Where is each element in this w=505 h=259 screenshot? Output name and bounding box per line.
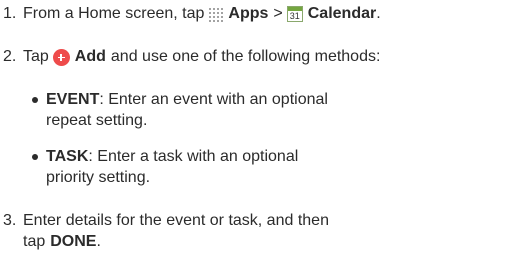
bullet-dot	[32, 97, 38, 103]
step-3-cont: tap DONE.	[23, 232, 101, 252]
add-label: Add	[74, 48, 106, 65]
method-term: TASK	[46, 148, 89, 165]
bullet-dot	[32, 154, 38, 160]
step-text: Tap	[23, 48, 49, 65]
done-label: DONE	[50, 233, 97, 250]
calendar-icon-day: 31	[289, 11, 300, 21]
step-2: 2. Tap Add and use one of the following …	[3, 47, 380, 67]
step-text: tap	[23, 233, 46, 250]
calendar-label: Calendar	[307, 5, 377, 22]
calendar-icon: 31	[286, 6, 303, 22]
apps-grid-icon	[208, 6, 225, 22]
step-text: From a Home screen, tap	[23, 5, 205, 22]
method-task: TASK: Enter a task with an optional	[46, 147, 298, 167]
step-number: 1.	[3, 5, 17, 22]
step-3: 3. Enter details for the event or task, …	[3, 211, 329, 231]
step-text: and use one of the following methods:	[110, 48, 381, 65]
method-task-cont: priority setting.	[46, 168, 150, 188]
step-text: Enter details for the event or task, and…	[23, 212, 329, 229]
step-end: .	[96, 233, 101, 250]
step-number: 2.	[3, 48, 17, 65]
step-end: .	[376, 5, 381, 22]
method-text: : Enter a task with an optional	[88, 148, 299, 165]
method-term: EVENT	[46, 91, 100, 108]
step-number: 3.	[3, 212, 17, 229]
step-1: 1. From a Home screen, tap Apps > 31 Cal…	[3, 4, 381, 24]
method-text: priority setting.	[46, 169, 151, 186]
method-text: repeat setting.	[46, 112, 148, 129]
method-event-cont: repeat setting.	[46, 111, 147, 131]
add-icon	[52, 48, 70, 66]
apps-label: Apps	[228, 5, 269, 22]
method-event: EVENT: Enter an event with an optional	[46, 90, 328, 110]
method-text: : Enter an event with an optional	[99, 91, 328, 108]
separator: >	[273, 5, 283, 22]
